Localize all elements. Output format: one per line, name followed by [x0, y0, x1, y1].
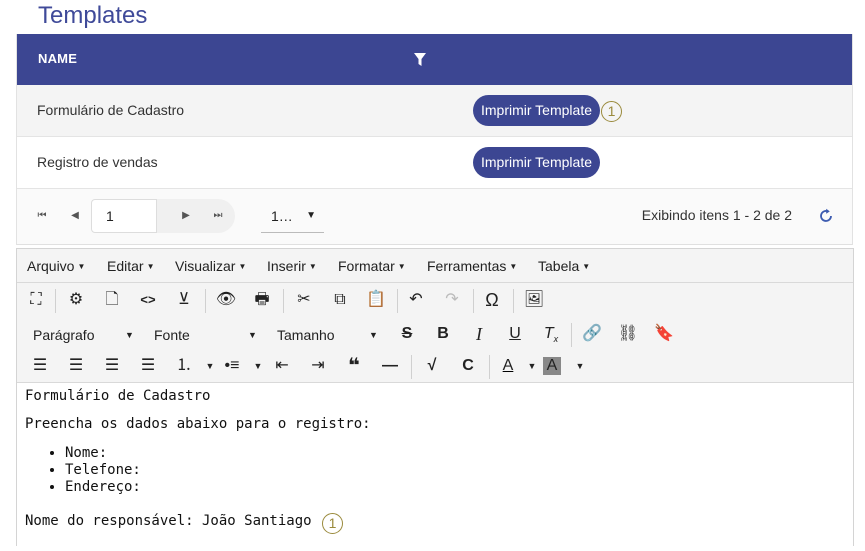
list-item: Telefone: — [65, 462, 845, 479]
image-icon[interactable]: 🖼 — [521, 287, 547, 313]
indent-icon[interactable]: ⇥ — [305, 353, 331, 379]
annotation-badge: 1 — [601, 101, 622, 122]
background-color-icon[interactable]: A — [543, 357, 561, 375]
code-sample-icon[interactable]: C — [455, 353, 481, 379]
menu-tabela[interactable]: Tabela ▼ — [538, 258, 590, 274]
pager-info: Exibindo itens 1 - 2 de 2 — [641, 207, 792, 223]
new-document-icon[interactable]: 🗋 — [99, 287, 125, 313]
page-input[interactable]: 1 — [91, 199, 157, 233]
chevron-down-icon[interactable]: ▼ — [519, 353, 545, 379]
size-select[interactable]: Tamanho ▼ — [277, 327, 381, 343]
menu-visualizar[interactable]: Visualizar ▼ — [175, 258, 246, 274]
text-color-icon[interactable]: A — [495, 353, 521, 379]
editor-menubar: Arquivo ▼ Editar ▼ Visualizar ▼ Inserir ▼ Fo… — [17, 249, 853, 283]
content-responsible: Nome do responsável: João Santiago 1 — [25, 510, 845, 534]
align-right-icon[interactable]: ☰ — [99, 353, 125, 379]
fullscreen-icon[interactable]: ⛶ — [23, 287, 49, 313]
preview-eye-icon[interactable]: 👁 — [213, 287, 239, 313]
rich-text-editor: Arquivo ▼ Editar ▼ Visualizar ▼ Inserir ▼ Fo… — [16, 248, 854, 546]
clear-format-icon[interactable]: Tx — [538, 321, 564, 347]
print-template-button[interactable]: Imprimir Template — [473, 95, 600, 126]
last-page-icon[interactable]: ⏭ — [205, 203, 231, 229]
page-size-select[interactable]: 1… ▼ — [261, 199, 324, 233]
page-title: Templates — [38, 2, 148, 29]
content-title: Formulário de Cadastro — [25, 388, 211, 404]
annotation-badge: 1 — [322, 513, 344, 534]
caret-down-icon: ▼ — [306, 210, 316, 221]
content-intro: Preencha os dados abaixo para o registro… — [25, 416, 371, 432]
table-row: Formulário de Cadastro Imprimir Template… — [17, 85, 852, 137]
templates-grid: NAME Formulário de Cadastro Imprimir Tem… — [16, 34, 853, 245]
menu-formatar[interactable]: Formatar ▼ — [338, 258, 406, 274]
gear-icon[interactable]: ⚙ — [63, 287, 89, 313]
undo-icon[interactable]: ↶ — [403, 287, 429, 313]
bookmark-icon[interactable]: 🔖 — [651, 321, 677, 347]
paragraph-select[interactable]: Parágrafo ▼ — [33, 327, 134, 343]
chevron-down-icon[interactable]: ▼ — [567, 353, 593, 379]
list-item: Nome: — [65, 445, 845, 462]
horizontal-line-icon[interactable]: — — [377, 353, 403, 379]
next-buttons-group: ▶ ⏭ — [157, 199, 235, 233]
menu-ferramentas[interactable]: Ferramentas ▼ — [427, 258, 517, 274]
font-select[interactable]: Fonte ▼ — [154, 327, 258, 343]
filter-icon[interactable] — [414, 53, 426, 66]
menu-editar[interactable]: Editar ▼ — [107, 258, 155, 274]
editor-content[interactable]: Formulário de Cadastro Preencha os dados… — [17, 383, 853, 551]
source-code-icon[interactable]: <> — [135, 287, 161, 313]
print-template-button[interactable]: Imprimir Template — [473, 147, 600, 178]
italic-icon[interactable]: I — [466, 321, 492, 347]
content-list: Nome: Telefone: Endereço: — [25, 445, 845, 496]
bold-icon[interactable]: B — [430, 321, 456, 347]
chevron-down-icon[interactable]: ▼ — [245, 353, 271, 379]
align-left-icon[interactable]: ☰ — [27, 353, 53, 379]
page-break-icon[interactable]: ⊻ — [171, 287, 197, 313]
blockquote-icon[interactable]: ❝ — [341, 353, 367, 379]
link-icon[interactable]: 🔗 — [579, 321, 605, 347]
strikethrough-icon[interactable]: S — [394, 321, 420, 347]
template-name: Formulário de Cadastro — [37, 102, 185, 118]
column-header-name[interactable]: NAME — [38, 51, 77, 66]
pager: ⏮ ◀ 1 ▶ ⏭ 1… ▼ Exibindo itens 1 - 2 de 2 — [17, 189, 852, 245]
align-justify-icon[interactable]: ☰ — [135, 353, 161, 379]
paste-icon[interactable]: 📋 — [363, 287, 389, 313]
print-icon[interactable]: 🖶 — [249, 287, 275, 313]
menu-inserir[interactable]: Inserir ▼ — [267, 258, 317, 274]
refresh-icon[interactable] — [818, 208, 834, 224]
next-page-icon[interactable]: ▶ — [173, 203, 199, 229]
template-name: Registro de vendas — [37, 154, 158, 170]
redo-icon[interactable]: ↷ — [439, 287, 465, 313]
formula-icon[interactable]: √ — [419, 353, 445, 379]
cut-icon[interactable]: ✂ — [291, 287, 317, 313]
list-item: Endereço: — [65, 479, 845, 496]
bullet-list-icon[interactable]: •≡ — [219, 353, 245, 379]
grid-header: NAME — [17, 34, 852, 85]
menu-arquivo[interactable]: Arquivo ▼ — [27, 258, 85, 274]
numbered-list-icon[interactable]: ⒈ — [171, 353, 197, 379]
outdent-icon[interactable]: ⇤ — [269, 353, 295, 379]
prev-page-icon[interactable]: ◀ — [62, 203, 88, 229]
editor-toolbar: ⛶ ⚙ 🗋 <> ⊻ 👁 🖶 ✂ ⧉ 📋 ↶ ↷ Ω 🖼 Parágrafo ▼ … — [17, 283, 853, 383]
align-center-icon[interactable]: ☰ — [63, 353, 89, 379]
underline-icon[interactable]: U — [502, 321, 528, 347]
special-character-icon[interactable]: Ω — [479, 287, 505, 313]
page-size-value: 1… — [271, 208, 293, 224]
table-row: Registro de vendas Imprimir Template — [17, 137, 852, 189]
unlink-icon[interactable]: ⛓ — [615, 321, 641, 347]
copy-icon[interactable]: ⧉ — [327, 287, 353, 313]
first-page-icon[interactable]: ⏮ — [29, 203, 55, 229]
